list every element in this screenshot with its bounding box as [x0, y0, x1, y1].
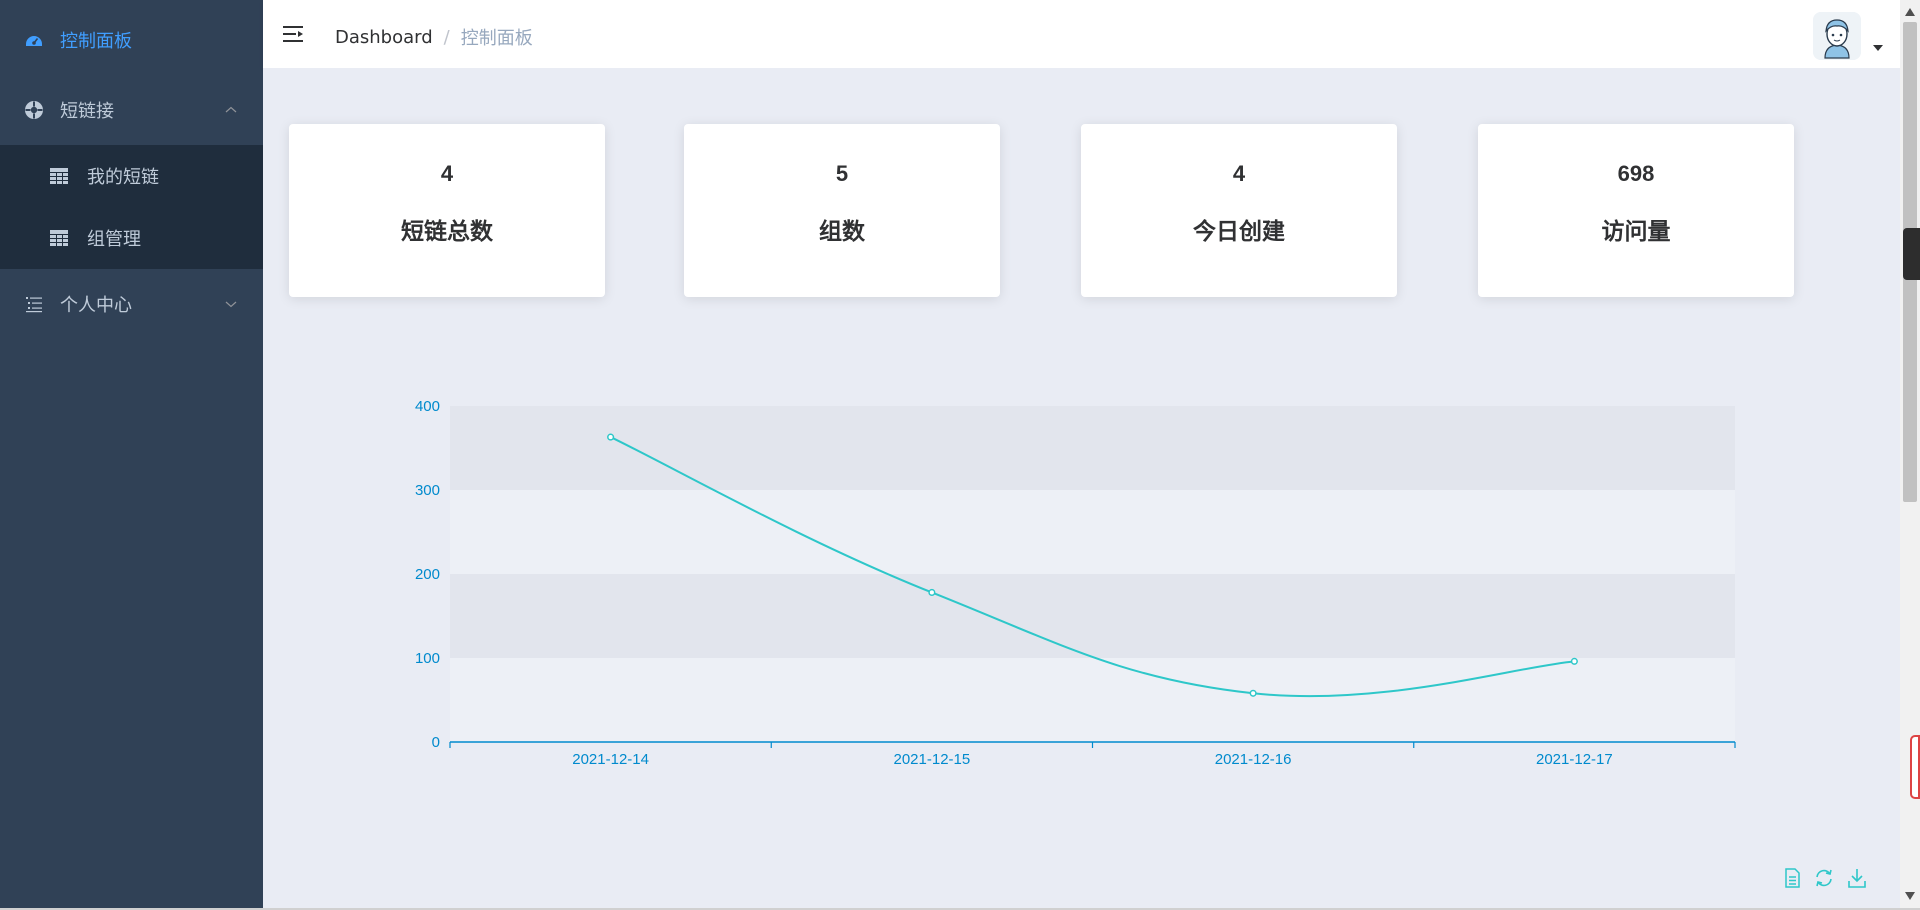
data-point [607, 433, 615, 441]
chevron-down-icon [225, 301, 237, 308]
scroll-down-arrow-icon[interactable] [1905, 892, 1915, 900]
user-avatar-icon [1813, 12, 1861, 60]
x-tick-label: 2021-12-15 [894, 751, 971, 768]
side-panel-widget[interactable] [1903, 228, 1920, 280]
visits-line-chart: 0 100 200 300 400 2021-12-14 2021-12-15 2021-12… [415, 398, 1736, 768]
caret-down-icon[interactable] [1873, 45, 1883, 51]
grid-band [450, 658, 1735, 742]
avatar[interactable] [1813, 12, 1861, 60]
sidebar: 控制面板 短链接 我的短链 组管理 个人中心 [0, 0, 263, 908]
data-view-icon[interactable] [1781, 867, 1803, 889]
x-tick-label: 2021-12-16 [1215, 751, 1292, 768]
shortlink-submenu: 我的短链 组管理 [0, 145, 263, 269]
x-tick-label: 2021-12-14 [572, 751, 649, 768]
link-circle-icon [25, 101, 43, 119]
y-tick-label: 0 [432, 734, 440, 751]
grid-band [450, 490, 1735, 574]
breadcrumb-dashboard[interactable]: Dashboard [335, 27, 433, 48]
sidebar-item-group-management[interactable]: 组管理 [0, 207, 263, 269]
data-point [1570, 657, 1578, 665]
list-icon [26, 297, 42, 313]
table-icon [50, 168, 68, 184]
table-icon [50, 230, 68, 246]
navbar: Dashboard / 控制面板 [263, 0, 1900, 68]
y-tick-label: 300 [415, 482, 440, 499]
hamburger-icon[interactable] [283, 24, 305, 44]
main-content: 4 短链总数 5 组数 4 今日创建 698 访问量 0 100 200 300 400… [263, 68, 1900, 908]
save-image-icon[interactable] [1846, 867, 1868, 889]
data-point [1249, 689, 1257, 697]
sidebar-item-dashboard[interactable]: 控制面板 [0, 5, 263, 75]
breadcrumb-current: 控制面板 [460, 28, 533, 49]
data-point [928, 588, 936, 597]
sidebar-item-profile[interactable]: 个人中心 [0, 269, 263, 339]
side-indicator-widget[interactable] [1910, 735, 1920, 799]
x-tick-label: 2021-12-17 [1536, 751, 1613, 768]
sidebar-item-label: 组管理 [87, 229, 141, 250]
grid-band [450, 406, 1735, 490]
dashboard-icon [26, 36, 42, 46]
sidebar-item-label: 个人中心 [60, 295, 132, 316]
breadcrumb: Dashboard / 控制面板 [335, 24, 533, 50]
sidebar-item-label: 控制面板 [60, 31, 132, 52]
sidebar-item-shortlink[interactable]: 短链接 [0, 75, 263, 145]
restore-icon[interactable] [1813, 867, 1835, 889]
breadcrumb-separator: / [443, 26, 450, 48]
sidebar-item-label: 我的短链 [87, 167, 159, 188]
y-tick-label: 100 [415, 650, 440, 667]
y-tick-label: 400 [415, 398, 440, 415]
grid-band [450, 574, 1735, 658]
scroll-up-arrow-icon[interactable] [1905, 8, 1915, 16]
sidebar-item-label: 短链接 [60, 101, 114, 122]
y-tick-label: 200 [415, 566, 440, 583]
chevron-up-icon [225, 106, 237, 113]
sidebar-item-my-links[interactable]: 我的短链 [0, 145, 263, 207]
